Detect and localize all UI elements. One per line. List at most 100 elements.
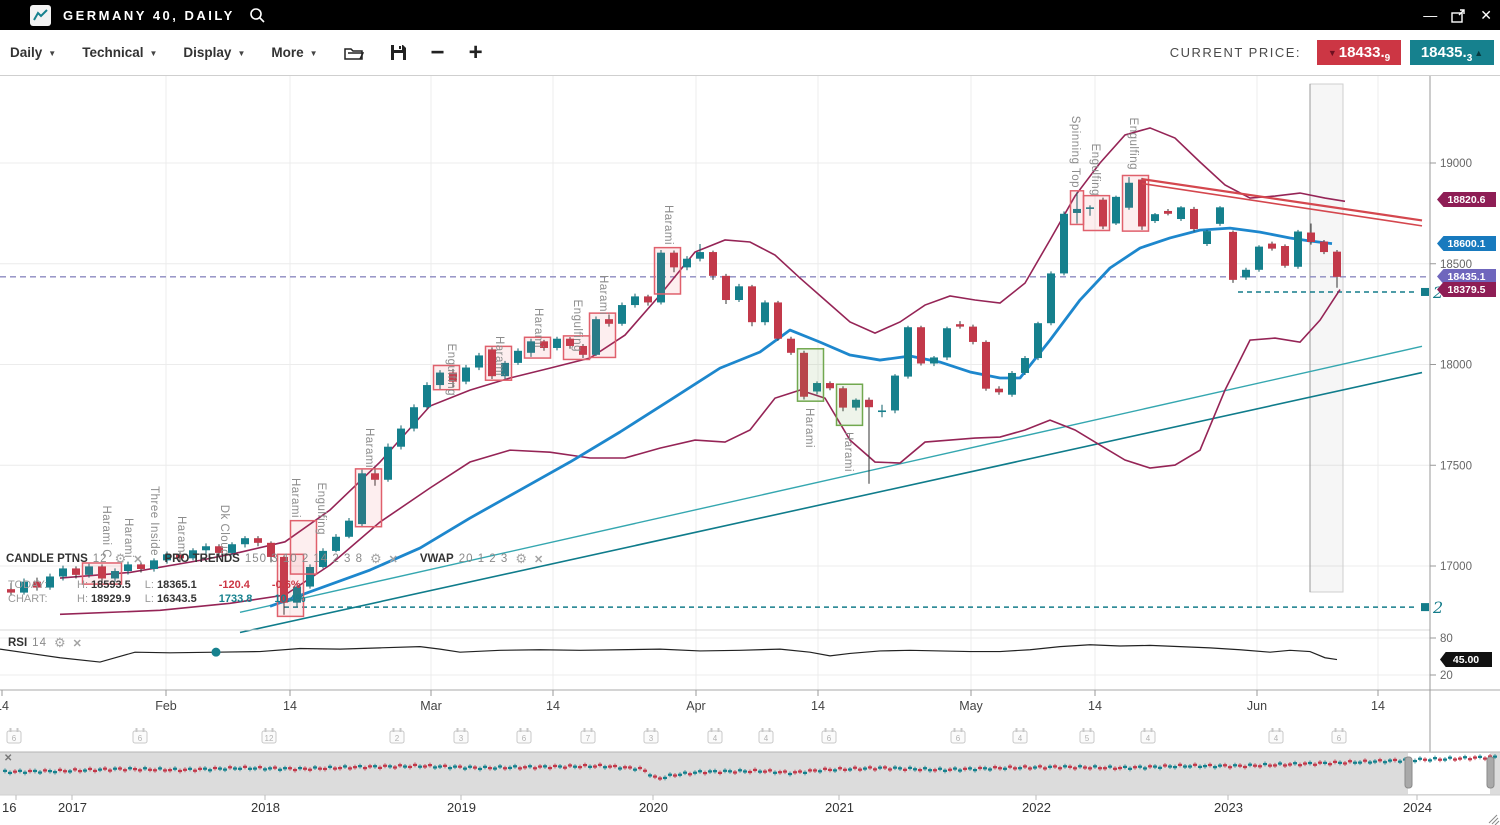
calendar-number: 4 (1018, 734, 1023, 743)
candle (982, 342, 990, 389)
price-badge-current: 18435.1 (1437, 269, 1496, 284)
menu-more[interactable]: More▼ (271, 45, 317, 60)
candle (891, 376, 899, 411)
pattern-box (590, 313, 616, 357)
candle (1034, 323, 1042, 358)
pattern-box (655, 248, 681, 294)
gear-icon[interactable]: ⚙ (115, 551, 127, 567)
candle (1294, 232, 1302, 267)
xaxis-label: May (959, 699, 983, 713)
calendar-number: 6 (12, 734, 17, 743)
candle (787, 339, 795, 353)
pattern-label: Harami (532, 308, 544, 348)
candle (917, 327, 925, 363)
navigator-handle-right[interactable] (1487, 757, 1494, 788)
vwap-anchor-marker (1421, 288, 1429, 296)
calendar-number: 4 (1146, 734, 1151, 743)
candle (1333, 252, 1341, 277)
gear-icon[interactable]: ⚙ (54, 635, 66, 651)
gear-icon[interactable]: ⚙ (370, 551, 382, 567)
candle (475, 355, 483, 367)
indicator-pro-trends: PRO TRENDS (164, 553, 239, 565)
menu-technical[interactable]: Technical▼ (82, 45, 157, 60)
open-folder-icon[interactable] (344, 45, 364, 61)
price-tick-label: 17500 (1440, 460, 1472, 472)
main-chart-canvas[interactable]: 22Harami CHaramiThree InsideHaramiDk Clo… (0, 0, 1500, 825)
vwap-anchor-marker (1421, 603, 1429, 611)
chart-change: 1733.8 (219, 593, 253, 605)
candle (1203, 231, 1211, 244)
popout-button[interactable] (1451, 0, 1466, 30)
candle (826, 383, 834, 388)
calendar-number: 5 (1085, 734, 1090, 743)
candle (1268, 244, 1276, 249)
candle (904, 327, 912, 376)
menu-display[interactable]: Display▼ (183, 45, 245, 60)
candle (956, 324, 964, 326)
xaxis-label: 14 (0, 699, 9, 713)
bid-price[interactable]: ▼18433.9 (1317, 40, 1401, 65)
close-button[interactable]: ✕ (1480, 0, 1492, 30)
year-label: 2021 (825, 800, 854, 815)
year-label: 2019 (447, 800, 476, 815)
candle (1307, 233, 1315, 242)
close-icon[interactable]: ✕ (389, 553, 398, 566)
pattern-label: Harami (842, 432, 854, 472)
navigator-handle-left[interactable] (1405, 757, 1412, 788)
candle (618, 305, 626, 324)
year-strip-background (0, 795, 1500, 825)
candle (644, 296, 652, 302)
pattern-label: Engulfing (315, 483, 327, 535)
current-price-label: CURRENT PRICE: (1170, 45, 1301, 60)
pattern-label: Harami (803, 408, 815, 448)
indicator-candle-ptns: CANDLE PTNS (6, 553, 88, 565)
pattern-box (798, 349, 824, 401)
price-tick-label: 19000 (1440, 158, 1472, 170)
calendar-number: 4 (713, 734, 718, 743)
candle (1190, 209, 1198, 229)
candle (1229, 232, 1237, 280)
indicator-rsi: RSI 14 ⚙ ✕ (8, 635, 82, 651)
year-label: 16 (2, 800, 16, 815)
toolbar: Daily▼ Technical▼ Display▼ More▼ − + CUR… (0, 30, 1500, 76)
search-icon[interactable] (249, 7, 266, 24)
ask-price[interactable]: 18435.3▲ (1410, 40, 1494, 65)
close-icon[interactable]: ✕ (133, 553, 142, 566)
minimize-button[interactable]: — (1423, 0, 1437, 30)
candle (410, 407, 418, 428)
pattern-box (837, 384, 863, 425)
zoom-out-button[interactable]: − (431, 43, 445, 63)
price-badge-lower-band: 18379.5 (1437, 282, 1496, 297)
close-icon[interactable]: ✕ (534, 553, 543, 566)
save-icon[interactable] (390, 44, 407, 61)
pattern-label: Three Inside (148, 486, 160, 556)
candle (332, 537, 340, 551)
price-tick-label: 17000 (1440, 561, 1472, 573)
menu-daily[interactable]: Daily▼ (10, 45, 56, 60)
navigator-close-icon[interactable]: ✕ (4, 753, 12, 764)
xaxis-label: 14 (1088, 699, 1102, 713)
pattern-label: Harami (493, 336, 505, 376)
zoom-in-button[interactable]: + (469, 43, 483, 63)
close-icon[interactable]: ✕ (73, 637, 82, 650)
pattern-label: Spinning Top (1069, 116, 1081, 188)
xaxis-label: Feb (155, 699, 177, 713)
candle (1112, 197, 1120, 224)
candle (709, 252, 717, 276)
pattern-label: Engulfing (1127, 118, 1139, 170)
candle (735, 286, 743, 300)
year-label: 2023 (1214, 800, 1243, 815)
projection-band (1310, 84, 1343, 592)
gear-icon[interactable]: ⚙ (515, 551, 527, 567)
candle (397, 429, 405, 447)
chart-stats: CHART: H:18929.9 L:16343.5 1733.8 10.4% (8, 593, 306, 605)
pattern-label: Harami (363, 428, 375, 468)
xaxis-label: Jun (1247, 699, 1267, 713)
calendar-number: 6 (827, 734, 832, 743)
rsi-tick-label: 20 (1440, 670, 1453, 682)
candle (1047, 273, 1055, 323)
candle (1320, 242, 1328, 252)
calendar-number: 6 (138, 734, 143, 743)
pattern-label: Harami (662, 205, 674, 245)
chevron-down-icon: ▼ (310, 49, 318, 58)
